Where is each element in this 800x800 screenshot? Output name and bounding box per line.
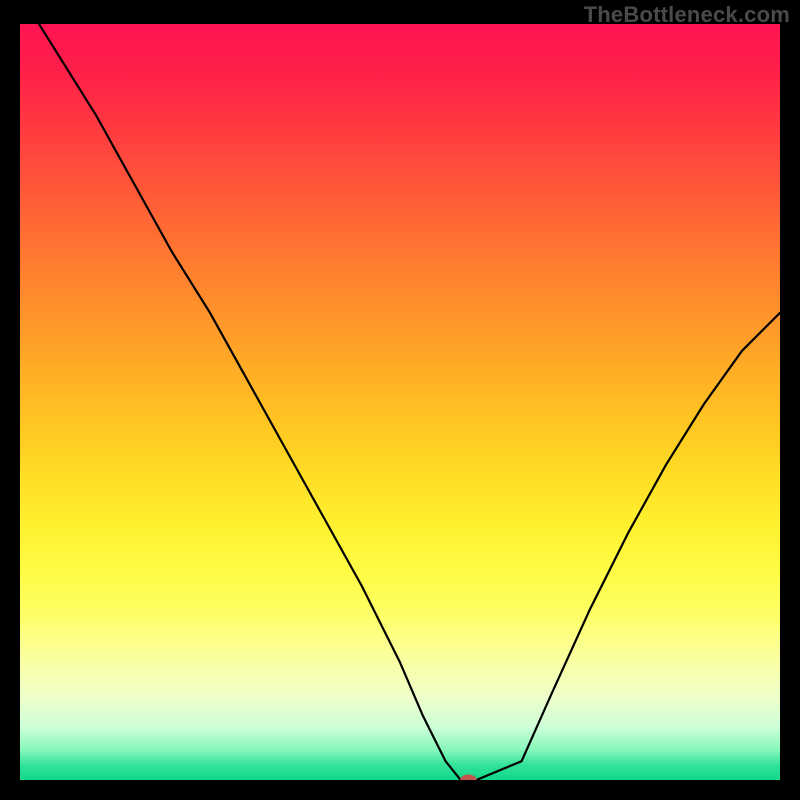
optimal-point-marker xyxy=(460,775,477,781)
chart-frame: TheBottleneck.com xyxy=(0,0,800,800)
bottleneck-curve-path xyxy=(39,24,780,780)
bottleneck-curve-svg xyxy=(20,24,780,780)
plot-area xyxy=(20,24,780,780)
